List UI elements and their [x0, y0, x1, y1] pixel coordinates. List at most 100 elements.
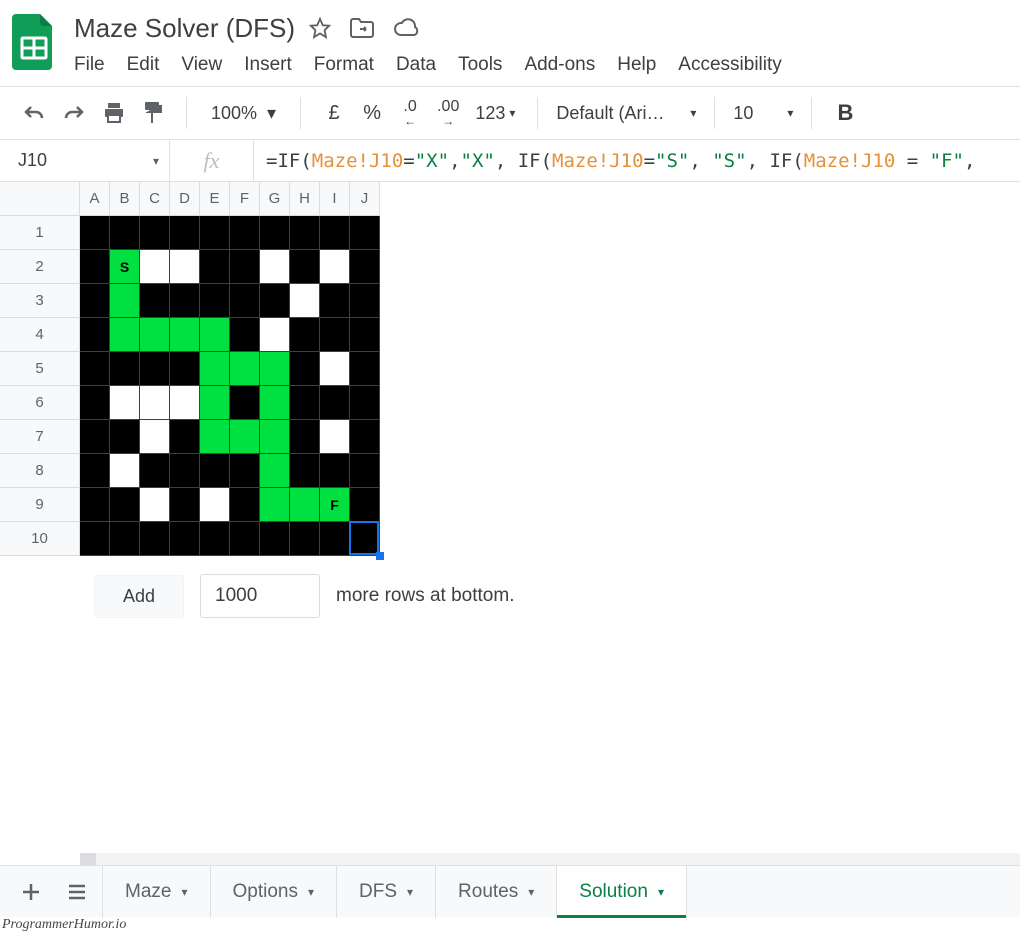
cell-J8[interactable] — [350, 454, 380, 488]
cell-F1[interactable] — [230, 216, 260, 250]
cell-F8[interactable] — [230, 454, 260, 488]
cell-D9[interactable] — [170, 488, 200, 522]
cell-I6[interactable] — [320, 386, 350, 420]
row-header-3[interactable]: 3 — [0, 284, 80, 318]
cell-C1[interactable] — [140, 216, 170, 250]
cell-H1[interactable] — [290, 216, 320, 250]
cell-E9[interactable] — [200, 488, 230, 522]
cell-F7[interactable] — [230, 420, 260, 454]
column-header-J[interactable]: J — [350, 182, 380, 216]
row-header-5[interactable]: 5 — [0, 352, 80, 386]
percent-button[interactable]: % — [357, 95, 387, 131]
print-button[interactable] — [98, 95, 130, 131]
cell-A2[interactable] — [80, 250, 110, 284]
cell-A4[interactable] — [80, 318, 110, 352]
cell-D3[interactable] — [170, 284, 200, 318]
font-family-select[interactable]: Default (Ari… ▾ — [556, 103, 696, 124]
cell-I4[interactable] — [320, 318, 350, 352]
cell-E4[interactable] — [200, 318, 230, 352]
cell-J2[interactable] — [350, 250, 380, 284]
cell-I8[interactable] — [320, 454, 350, 488]
cell-B8[interactable] — [110, 454, 140, 488]
cell-D10[interactable] — [170, 522, 200, 556]
cell-F4[interactable] — [230, 318, 260, 352]
cell-G9[interactable] — [260, 488, 290, 522]
cell-C6[interactable] — [140, 386, 170, 420]
cell-D5[interactable] — [170, 352, 200, 386]
chevron-down-icon[interactable]: ▾ — [308, 885, 314, 899]
cell-E2[interactable] — [200, 250, 230, 284]
cell-A7[interactable] — [80, 420, 110, 454]
cell-I7[interactable] — [320, 420, 350, 454]
sheet-tab-maze[interactable]: Maze▾ — [102, 866, 211, 918]
paint-format-button[interactable] — [138, 95, 168, 131]
row-header-1[interactable]: 1 — [0, 216, 80, 250]
cell-J7[interactable] — [350, 420, 380, 454]
row-header-4[interactable]: 4 — [0, 318, 80, 352]
cell-J6[interactable] — [350, 386, 380, 420]
cell-F9[interactable] — [230, 488, 260, 522]
column-header-C[interactable]: C — [140, 182, 170, 216]
star-icon[interactable] — [309, 17, 331, 39]
cell-J9[interactable] — [350, 488, 380, 522]
cell-F6[interactable] — [230, 386, 260, 420]
cell-C8[interactable] — [140, 454, 170, 488]
add-rows-count-input[interactable] — [200, 574, 320, 618]
cell-G10[interactable] — [260, 522, 290, 556]
cloud-status-icon[interactable] — [393, 18, 421, 38]
cell-I3[interactable] — [320, 284, 350, 318]
select-all-corner[interactable] — [0, 182, 80, 216]
cell-D2[interactable] — [170, 250, 200, 284]
chevron-down-icon[interactable]: ▾ — [528, 885, 534, 899]
sheet-tab-dfs[interactable]: DFS▾ — [337, 866, 436, 918]
formula-input[interactable]: =IF(Maze!J10="X","X", IF(Maze!J10="S", "… — [254, 150, 1020, 172]
cell-B7[interactable] — [110, 420, 140, 454]
cell-H4[interactable] — [290, 318, 320, 352]
cell-G7[interactable] — [260, 420, 290, 454]
zoom-select[interactable]: 100% ▾ — [205, 103, 282, 124]
column-header-H[interactable]: H — [290, 182, 320, 216]
cell-B6[interactable] — [110, 386, 140, 420]
menu-edit[interactable]: Edit — [127, 54, 160, 76]
all-sheets-button[interactable] — [56, 871, 98, 913]
column-header-E[interactable]: E — [200, 182, 230, 216]
column-header-A[interactable]: A — [80, 182, 110, 216]
cell-A3[interactable] — [80, 284, 110, 318]
row-header-7[interactable]: 7 — [0, 420, 80, 454]
column-header-D[interactable]: D — [170, 182, 200, 216]
cell-G5[interactable] — [260, 352, 290, 386]
cell-C4[interactable] — [140, 318, 170, 352]
cell-E6[interactable] — [200, 386, 230, 420]
sheet-tab-solution[interactable]: Solution▾ — [557, 866, 687, 918]
row-header-8[interactable]: 8 — [0, 454, 80, 488]
grid[interactable]: ABCDEFGHIJ12S3456789F10 — [0, 182, 1020, 556]
cell-F3[interactable] — [230, 284, 260, 318]
cell-A10[interactable] — [80, 522, 110, 556]
row-header-2[interactable]: 2 — [0, 250, 80, 284]
add-rows-button[interactable]: Add — [94, 575, 184, 618]
cell-G3[interactable] — [260, 284, 290, 318]
document-title[interactable]: Maze Solver (DFS) — [74, 13, 295, 44]
cell-H5[interactable] — [290, 352, 320, 386]
cell-J3[interactable] — [350, 284, 380, 318]
cell-D1[interactable] — [170, 216, 200, 250]
move-folder-icon[interactable] — [349, 17, 375, 39]
cell-H10[interactable] — [290, 522, 320, 556]
menu-help[interactable]: Help — [617, 54, 656, 76]
row-header-6[interactable]: 6 — [0, 386, 80, 420]
cell-J4[interactable] — [350, 318, 380, 352]
cell-I9[interactable]: F — [320, 488, 350, 522]
cell-A6[interactable] — [80, 386, 110, 420]
menu-add-ons[interactable]: Add-ons — [524, 54, 595, 76]
cell-I1[interactable] — [320, 216, 350, 250]
add-sheet-button[interactable] — [10, 871, 52, 913]
cell-E5[interactable] — [200, 352, 230, 386]
cell-B10[interactable] — [110, 522, 140, 556]
row-header-10[interactable]: 10 — [0, 522, 80, 556]
decrease-decimal-button[interactable]: .0 ← — [395, 95, 425, 131]
cell-C3[interactable] — [140, 284, 170, 318]
cell-F5[interactable] — [230, 352, 260, 386]
currency-button[interactable]: £ — [319, 95, 349, 131]
cell-J5[interactable] — [350, 352, 380, 386]
cell-G2[interactable] — [260, 250, 290, 284]
